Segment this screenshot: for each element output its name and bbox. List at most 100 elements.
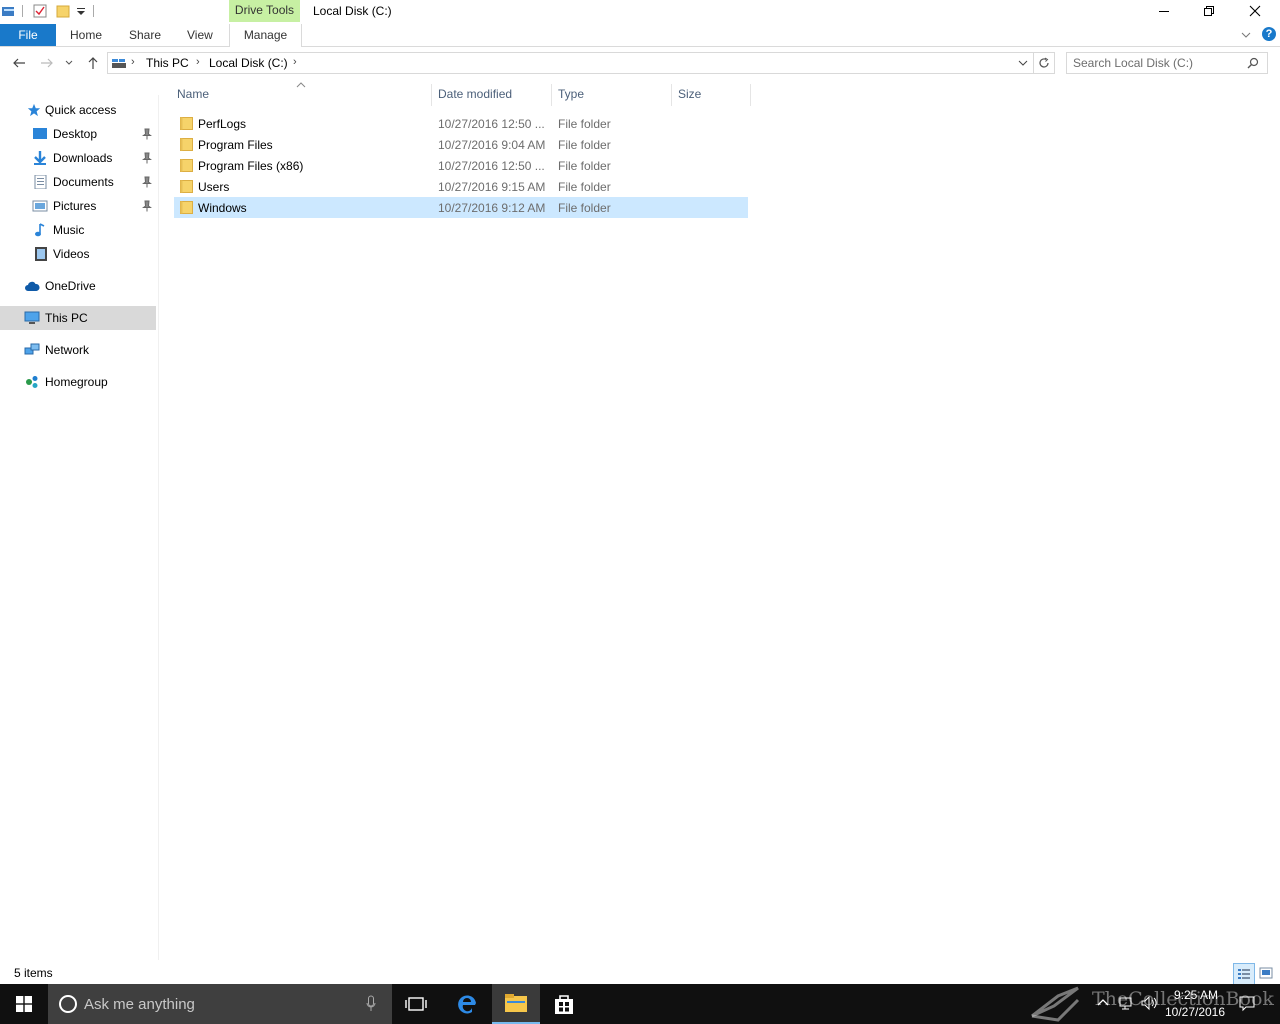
nav-item-downloads[interactable]: Downloads (0, 146, 156, 170)
breadcrumb-separator[interactable]: › (293, 56, 297, 68)
file-date: 10/27/2016 12:50 ... (438, 117, 545, 131)
column-header-date-modified[interactable]: Date modified (438, 82, 512, 107)
column-header-size[interactable]: Size (678, 82, 701, 107)
tab-home[interactable]: Home (70, 24, 102, 46)
expand-ribbon-button[interactable] (1240, 29, 1252, 41)
nav-item-homegroup[interactable]: Homegroup (0, 370, 156, 394)
item-count: 5 items (14, 966, 53, 980)
title-bar: Drive Tools Local Disk (C:) (0, 0, 1280, 24)
minimize-button[interactable] (1141, 0, 1187, 22)
drive-tools-context-tab[interactable]: Drive Tools (229, 0, 300, 22)
refresh-button[interactable] (1034, 52, 1055, 74)
pin-icon[interactable] (142, 152, 152, 164)
file-type: File folder (558, 201, 611, 215)
nav-item-onedrive[interactable]: OneDrive (0, 274, 156, 298)
table-row[interactable]: PerfLogs 10/27/2016 12:50 ... File folde… (174, 113, 748, 134)
clock-date[interactable]: 10/27/2016 (1162, 1005, 1228, 1019)
volume-button[interactable] (1140, 995, 1158, 1011)
breadcrumb-local-disk[interactable]: Local Disk (C:) (209, 56, 288, 70)
close-button[interactable] (1232, 0, 1278, 22)
recent-locations-button[interactable] (63, 54, 75, 72)
arrow-left-icon (13, 58, 25, 68)
tab-share[interactable]: Share (129, 24, 161, 46)
table-row[interactable]: Users 10/27/2016 9:15 AM File folder (174, 176, 748, 197)
restore-button[interactable] (1186, 0, 1232, 22)
breadcrumb-separator[interactable]: › (131, 56, 135, 68)
search-input[interactable] (1073, 53, 1241, 73)
desktop-icon (33, 128, 47, 139)
folder-icon (180, 138, 193, 151)
tab-view[interactable]: View (187, 24, 213, 46)
clock-time[interactable]: 9:25 AM (1166, 988, 1226, 1002)
task-view-icon (405, 997, 427, 1011)
show-hidden-icons-button[interactable] (1096, 996, 1110, 1010)
breadcrumb-this-pc[interactable]: This PC (146, 56, 189, 70)
star-icon (27, 103, 41, 117)
divider (22, 5, 23, 17)
file-type: File folder (558, 180, 611, 194)
pin-icon[interactable] (142, 128, 152, 140)
cortana-input[interactable] (84, 994, 344, 1014)
help-icon: ? (1265, 28, 1273, 40)
restore-icon (1204, 6, 1214, 16)
navigation-pane: Quick access Desktop Downloads Documents… (0, 95, 159, 960)
sort-ascending-icon (296, 82, 306, 88)
arrow-right-icon (41, 58, 53, 68)
nav-item-this-pc[interactable]: This PC (0, 306, 156, 330)
details-view-button[interactable] (1233, 963, 1255, 985)
large-icons-view-button[interactable] (1256, 963, 1276, 983)
file-explorer-taskbar-button[interactable] (492, 984, 540, 1024)
file-name: Program Files (x86) (198, 159, 304, 173)
music-note-icon (35, 223, 45, 237)
column-divider[interactable] (431, 84, 432, 106)
column-header-type[interactable]: Type (558, 82, 584, 107)
table-row[interactable]: Program Files 10/27/2016 9:04 AM File fo… (174, 134, 748, 155)
column-divider[interactable] (551, 84, 552, 106)
pin-icon[interactable] (142, 176, 152, 188)
customize-toolbar-icon[interactable] (74, 4, 88, 18)
new-folder-icon[interactable] (56, 4, 70, 18)
nav-item-pictures[interactable]: Pictures (0, 194, 156, 218)
drive-icon (112, 59, 126, 68)
folder-icon (180, 201, 193, 214)
start-button[interactable] (0, 984, 48, 1024)
nav-item-videos[interactable]: Videos (0, 242, 156, 266)
address-bar[interactable]: › This PC › Local Disk (C:) › (107, 52, 1034, 74)
microphone-icon[interactable] (366, 995, 376, 1013)
column-divider[interactable] (750, 84, 751, 106)
file-date: 10/27/2016 9:04 AM (438, 138, 546, 152)
help-button[interactable]: ? (1262, 27, 1276, 41)
tab-manage[interactable]: Manage (229, 24, 302, 47)
ribbon-tabs: File Home Share View Manage ? (0, 24, 1280, 47)
search-box[interactable] (1066, 52, 1268, 74)
action-center-button[interactable] (1238, 995, 1256, 1013)
tab-file[interactable]: File (0, 24, 56, 46)
up-button[interactable] (84, 54, 102, 72)
nav-item-music[interactable]: Music (0, 218, 156, 242)
pictures-icon (32, 200, 48, 212)
pin-icon[interactable] (142, 200, 152, 212)
properties-icon[interactable] (33, 4, 47, 18)
forward-button[interactable] (38, 54, 56, 72)
search-icon (1247, 57, 1259, 69)
edge-button[interactable] (443, 984, 491, 1024)
cortana-circle-icon (59, 995, 77, 1013)
file-date: 10/27/2016 9:12 AM (438, 201, 546, 215)
back-button[interactable] (10, 54, 28, 72)
nav-item-documents[interactable]: Documents (0, 170, 156, 194)
nav-item-network[interactable]: Network (0, 338, 156, 362)
store-bag-icon (555, 995, 573, 1014)
table-row[interactable]: Program Files (x86) 10/27/2016 12:50 ...… (174, 155, 748, 176)
file-type: File folder (558, 117, 611, 131)
nav-item-quick-access[interactable]: Quick access (0, 98, 156, 122)
network-tray-button[interactable] (1118, 995, 1134, 1011)
task-view-button[interactable] (392, 984, 440, 1024)
store-button[interactable] (540, 984, 588, 1024)
address-history-button[interactable] (1017, 57, 1029, 69)
column-divider[interactable] (671, 84, 672, 106)
cortana-search-box[interactable] (48, 984, 392, 1024)
nav-item-desktop[interactable]: Desktop (0, 122, 156, 146)
table-row[interactable]: Windows 10/27/2016 9:12 AM File folder (174, 197, 748, 218)
breadcrumb-separator[interactable]: › (196, 56, 200, 68)
column-header-name[interactable]: Name (177, 82, 209, 107)
